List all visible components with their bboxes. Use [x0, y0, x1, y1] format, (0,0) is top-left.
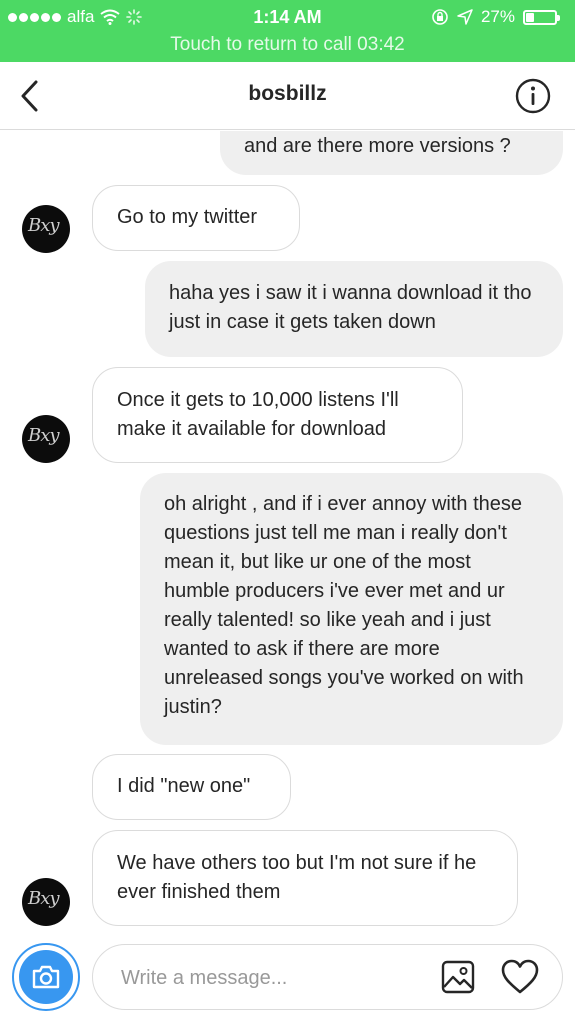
message-bubble-incoming[interactable]: Once it gets to 10,000 listens I'll make… [92, 367, 463, 463]
status-bar: alfa 1:14 AM 27% Touch to return to call… [0, 0, 575, 62]
message-input[interactable] [121, 961, 421, 995]
camera-icon [19, 950, 73, 1004]
sender-avatar[interactable]: Bxy [22, 205, 70, 253]
battery-percent: 27% [480, 7, 515, 26]
camera-button[interactable] [12, 943, 80, 1011]
message-text: I did "new one" [117, 775, 251, 797]
gallery-icon[interactable] [441, 960, 475, 994]
message-text: We have others too but I'm not sure if h… [117, 852, 477, 903]
message-thread[interactable]: and are there more versions ? Bxy Go to … [0, 131, 575, 931]
battery-fill [526, 12, 534, 22]
message-composer [0, 931, 575, 1024]
message-input-container [92, 944, 563, 1010]
message-bubble-outgoing[interactable]: haha yes i saw it i wanna download it th… [145, 261, 563, 357]
message-bubble-outgoing[interactable]: and are there more versions ? [220, 131, 563, 175]
message-bubble-incoming[interactable]: I did "new one" [92, 754, 291, 820]
message-bubble-outgoing[interactable]: oh alright , and if i ever annoy with th… [140, 473, 563, 745]
message-text: haha yes i saw it i wanna download it th… [169, 282, 532, 333]
return-to-call-banner[interactable]: Touch to return to call 03:42 [0, 32, 575, 58]
sender-avatar[interactable]: Bxy [22, 878, 70, 926]
message-text: oh alright , and if i ever annoy with th… [164, 493, 524, 718]
message-bubble-incoming[interactable]: We have others too but I'm not sure if h… [92, 830, 518, 926]
message-text: Once it gets to 10,000 listens I'll make… [117, 389, 399, 440]
message-text: and are there more versions ? [244, 135, 511, 157]
conversation-header: bosbillz [0, 62, 575, 130]
battery-icon [523, 9, 560, 25]
rotation-lock-icon [432, 9, 448, 25]
location-arrow-icon [457, 9, 473, 25]
info-icon[interactable] [515, 78, 551, 114]
conversation-username[interactable]: bosbillz [0, 82, 575, 106]
message-text: Go to my twitter [117, 206, 258, 228]
sender-avatar[interactable]: Bxy [22, 415, 70, 463]
message-bubble-incoming[interactable]: Go to my twitter [92, 185, 300, 251]
heart-icon[interactable] [501, 959, 539, 995]
